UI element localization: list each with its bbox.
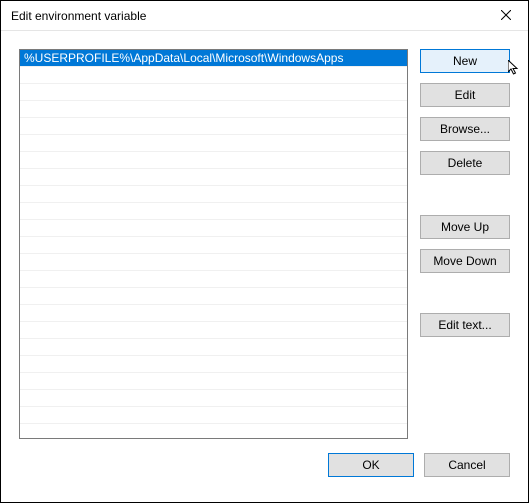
move-up-button[interactable]: Move Up [420,215,510,239]
browse-button[interactable]: Browse... [420,117,510,141]
cancel-button[interactable]: Cancel [424,453,510,477]
list-item [20,67,407,84]
close-button[interactable] [483,1,528,30]
new-button[interactable]: New [420,49,510,73]
side-button-panel: New Edit Browse... Delete Move Up Move D… [420,49,510,439]
ok-button[interactable]: OK [328,453,414,477]
content-area: %USERPROFILE%\AppData\Local\Microsoft\Wi… [1,31,528,439]
list-item [20,84,407,101]
list-item [20,169,407,186]
window-title: Edit environment variable [11,9,146,23]
list-item [20,373,407,390]
list-item [20,322,407,339]
titlebar: Edit environment variable [1,1,528,31]
list-item [20,186,407,203]
list-item [20,203,407,220]
edit-button[interactable]: Edit [420,83,510,107]
list-item [20,254,407,271]
list-item [20,390,407,407]
list-item [20,135,407,152]
list-item [20,305,407,322]
close-icon [501,8,511,23]
list-item [20,101,407,118]
list-item [20,237,407,254]
move-down-button[interactable]: Move Down [420,249,510,273]
list-item [20,356,407,373]
list-item [20,220,407,237]
edit-text-button[interactable]: Edit text... [420,313,510,337]
list-item [20,407,407,424]
list-item [20,118,407,135]
delete-button[interactable]: Delete [420,151,510,175]
list-item [20,288,407,305]
list-item [20,271,407,288]
dialog-footer: OK Cancel [1,439,528,477]
path-listbox[interactable]: %USERPROFILE%\AppData\Local\Microsoft\Wi… [19,49,408,439]
list-item[interactable]: %USERPROFILE%\AppData\Local\Microsoft\Wi… [20,50,407,67]
list-item [20,339,407,356]
list-item [20,152,407,169]
